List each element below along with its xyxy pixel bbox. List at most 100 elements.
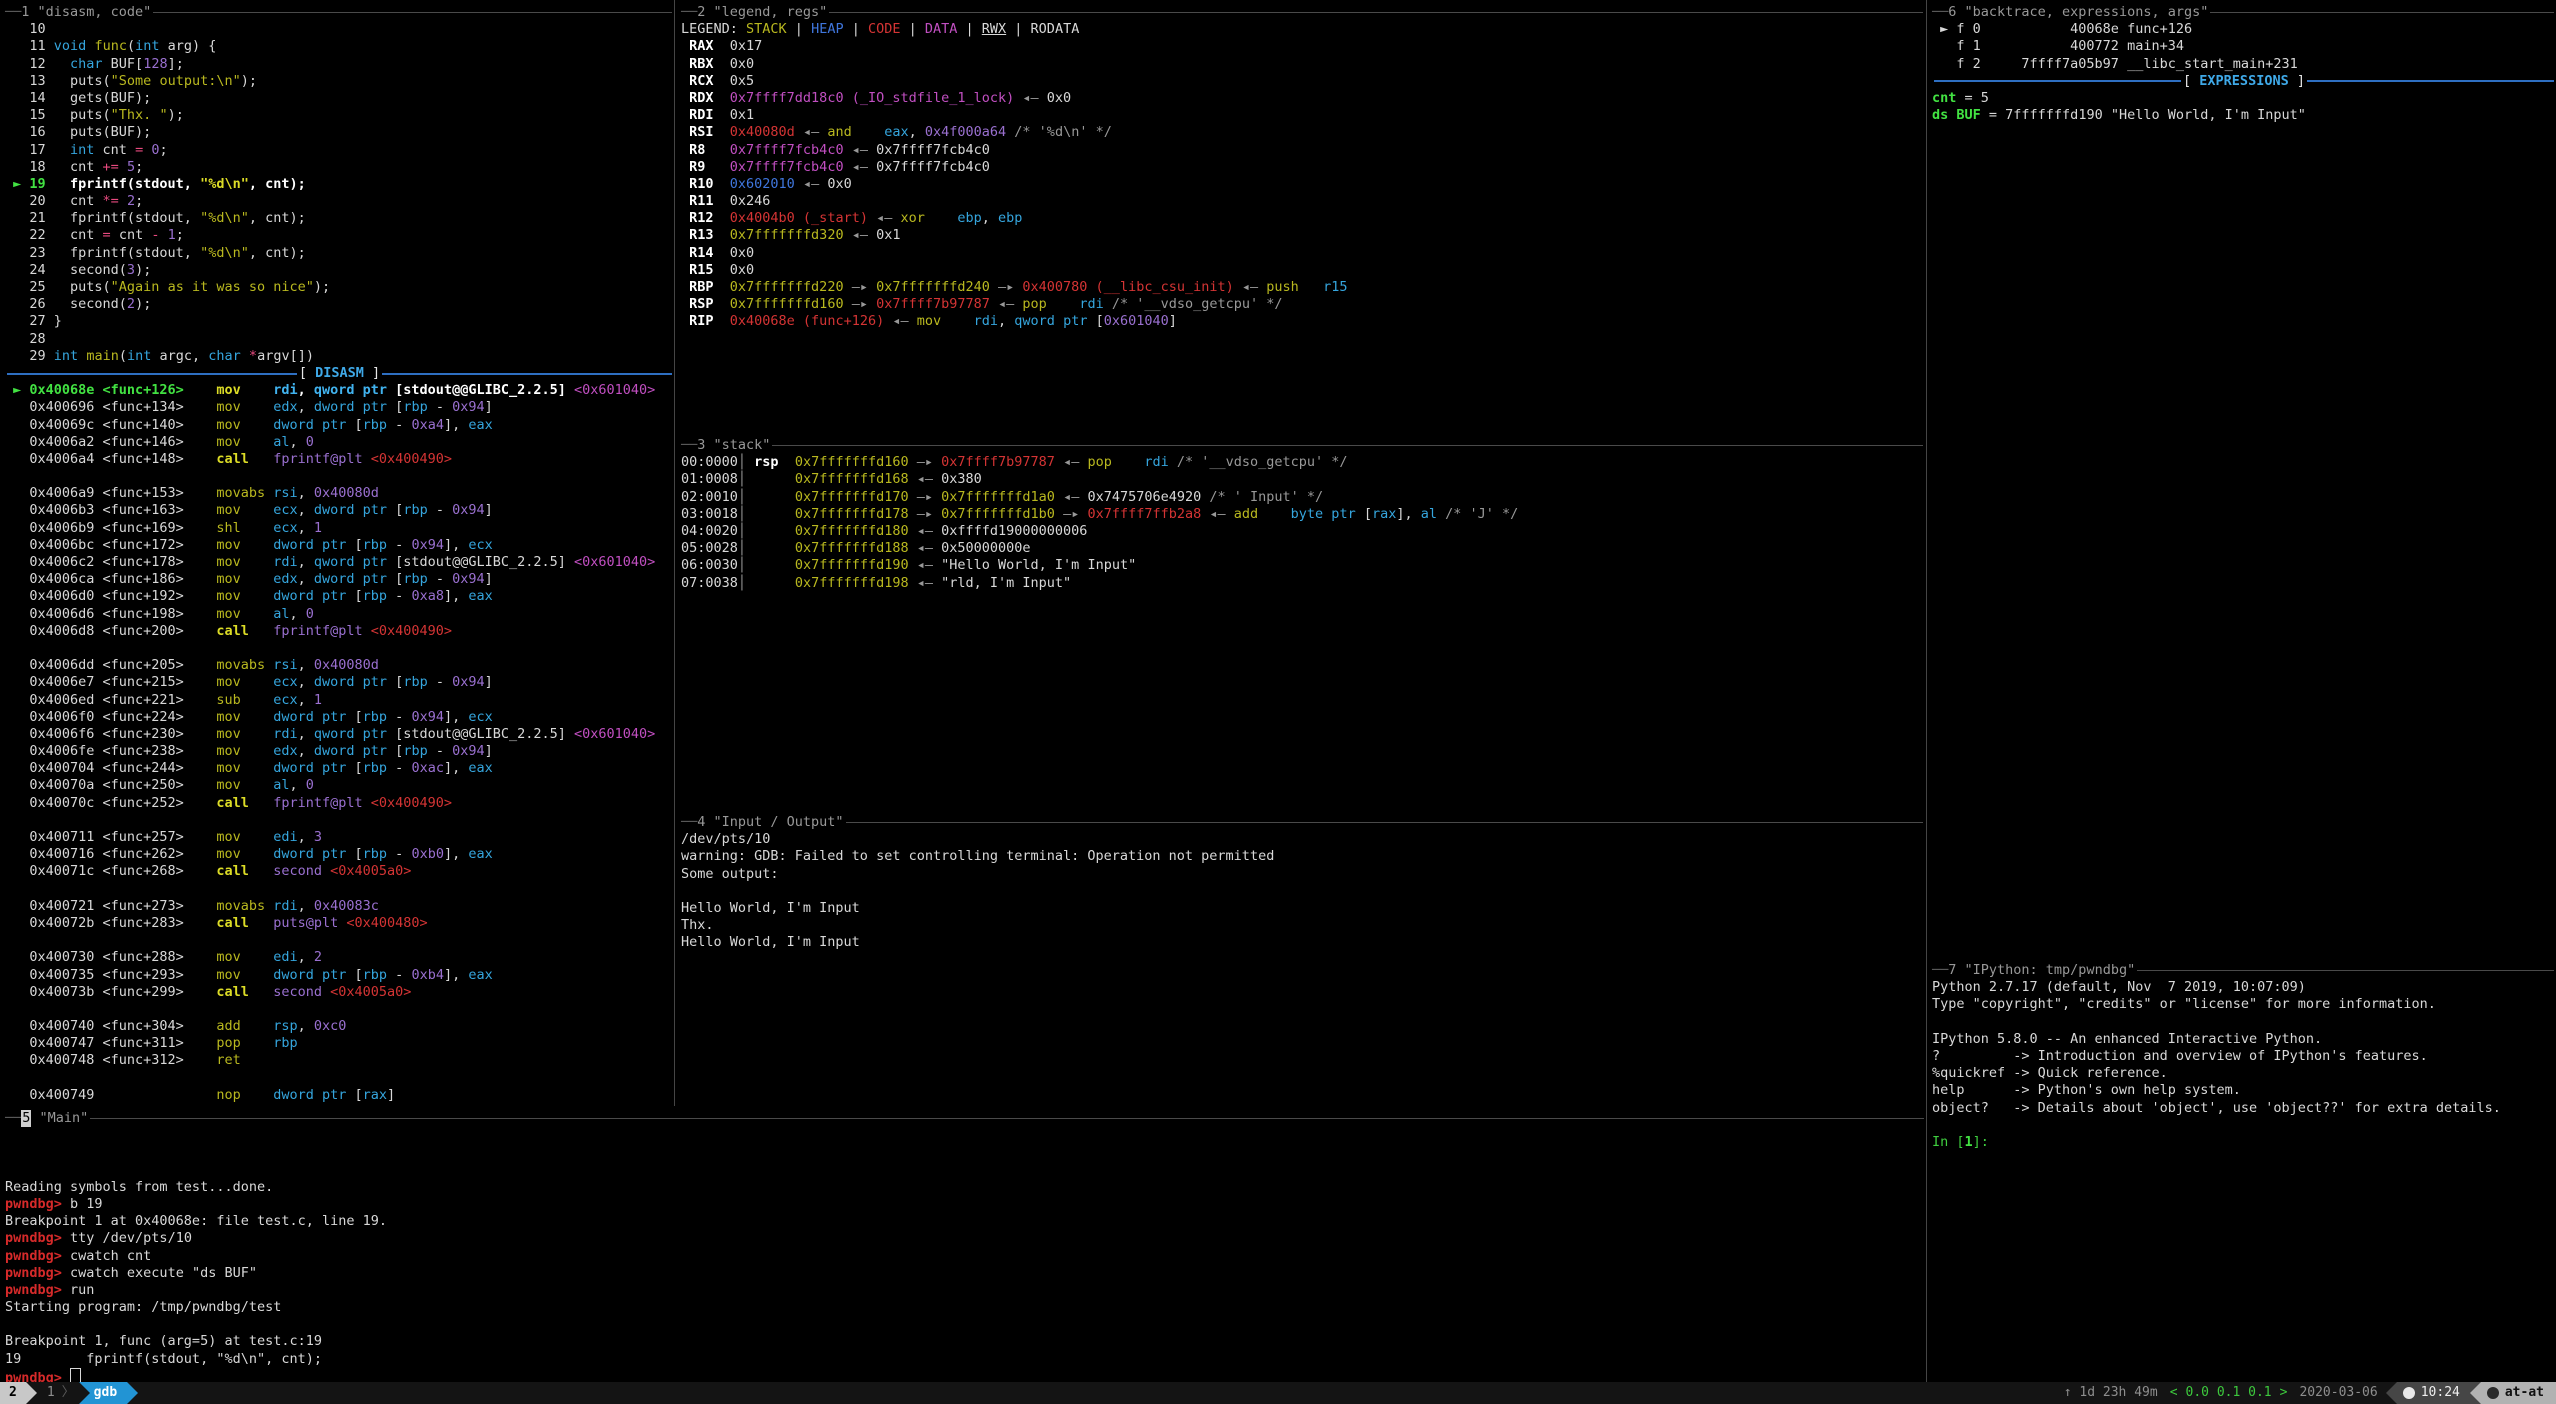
powerline-separator — [26, 1382, 37, 1404]
terminal-line: 16 puts(BUF); — [0, 124, 674, 141]
terminal-line: help -> Python's own help system. — [1927, 1082, 2556, 1099]
status-host-segment: at-at — [2481, 1382, 2556, 1404]
terminal-line — [0, 881, 674, 898]
terminal-cursor — [70, 1368, 81, 1382]
terminal-line: R9 0x7ffff7fcb4c0 ◂— 0x7ffff7fcb4c0 — [676, 159, 1925, 176]
terminal-line: 10 — [0, 21, 674, 38]
terminal-line — [1927, 1014, 2556, 1031]
status-right: ↑ 1d 23h 49m < 0.0 0.1 0.1 > 2020-03-06 … — [2056, 1382, 2556, 1404]
terminal-line: 0x4006e7 <func+215> mov ecx, dword ptr [… — [0, 674, 674, 691]
terminal-line: 23 fprintf(stdout, "%d\n", cnt); — [0, 245, 674, 262]
terminal-line: 0x40070c <func+252> call fprintf@plt <0x… — [0, 795, 674, 812]
terminal-line: 24 second(3); — [0, 262, 674, 279]
terminal-line: ──3 "stack" — [676, 437, 1925, 454]
powerline-separator — [2386, 1382, 2397, 1404]
terminal-line: 0x4006c2 <func+178> mov rdi, qword ptr [… — [0, 554, 674, 571]
pane-main-gdb-console[interactable]: ──5 "Main" Reading symbols from test...d… — [0, 1106, 1926, 1382]
ipython-content: ──7 "IPython: tmp/pwndbg"Python 2.7.17 (… — [1927, 962, 2556, 1151]
terminal-line: Starting program: /tmp/pwndbg/test — [0, 1299, 1926, 1316]
terminal-line: 0x40073b <func+299> call second <0x4005a… — [0, 984, 674, 1001]
pane-disasm-code[interactable]: ──1 "disasm, code" 10 11 void func(int a… — [0, 0, 675, 1106]
terminal-line — [676, 883, 1925, 900]
terminal-line: Breakpoint 1, func (arg=5) at test.c:19 — [0, 1333, 1926, 1350]
terminal-line: 20 cnt *= 2; — [0, 193, 674, 210]
terminal-line: 0x4006a4 <func+148> call fprintf@plt <0x… — [0, 451, 674, 468]
terminal-line: RSP 0x7fffffffd160 —▸ 0x7ffff7b97787 ◂— … — [676, 296, 1925, 313]
terminal-line: pwndbg> run — [0, 1282, 1926, 1299]
pane-input-output[interactable]: ──4 "Input / Output"/dev/pts/10warning: … — [676, 810, 1925, 1106]
terminal-line — [0, 640, 674, 657]
terminal-line: object? -> Details about 'object', use '… — [1927, 1100, 2556, 1117]
terminal-line: 0x4006d0 <func+192> mov dword ptr [rbp -… — [0, 588, 674, 605]
terminal-line: ──2 "legend, regs" — [676, 4, 1925, 21]
terminal-line: R10 0x602010 ◂— 0x0 — [676, 176, 1925, 193]
tmux-window-gdb[interactable]: gdb — [90, 1382, 127, 1404]
terminal-line: ► 19 fprintf(stdout, "%d\n", cnt); — [0, 176, 674, 193]
terminal-line: 0x40070a <func+250> mov al, 0 — [0, 777, 674, 794]
tmux-session-indicator[interactable]: 2 — [0, 1382, 26, 1404]
terminal-line: 02:0010│ 0x7fffffffd170 —▸ 0x7fffffffd1a… — [676, 489, 1925, 506]
terminal-line: 0x4006a9 <func+153> movabs rsi, 0x40080d — [0, 485, 674, 502]
terminal-line: 05:0028│ 0x7fffffffd188 ◂— 0x50000000e — [676, 540, 1925, 557]
terminal-line: f 2 7ffff7a05b97 __libc_start_main+231 — [1927, 56, 2556, 73]
tmux-window-index[interactable]: 1 — [37, 1382, 62, 1404]
terminal-line: warning: GDB: Failed to set controlling … — [676, 848, 1925, 865]
terminal-line: RIP 0x40068e (func+126) ◂— mov rdi, qwor… — [676, 313, 1925, 330]
pane-backtrace-expressions[interactable]: ──6 "backtrace, expressions, args" ► f 0… — [1926, 0, 2556, 958]
terminal-line: 25 puts("Again as it was so nice"); — [0, 279, 674, 296]
terminal-line: ──5 "Main" — [0, 1110, 1926, 1127]
terminal-line: 0x4006f0 <func+224> mov dword ptr [rbp -… — [0, 709, 674, 726]
terminal-line: IPython 5.8.0 -- An enhanced Interactive… — [1927, 1031, 2556, 1048]
terminal-line: 14 gets(BUF); — [0, 90, 674, 107]
terminal-line: 01:0008│ 0x7fffffffd168 ◂— 0x380 — [676, 471, 1925, 488]
terminal-line: R8 0x7ffff7fcb4c0 ◂— 0x7ffff7fcb4c0 — [676, 142, 1925, 159]
terminal-line: 0x400730 <func+288> mov edi, 2 — [0, 949, 674, 966]
terminal-line: 0x4006dd <func+205> movabs rsi, 0x40080d — [0, 657, 674, 674]
terminal-line: 0x400747 <func+311> pop rbp — [0, 1035, 674, 1052]
terminal-line: pwndbg> b 19 — [0, 1196, 1926, 1213]
registers-content: ──2 "legend, regs"LEGEND: STACK | HEAP |… — [676, 4, 1925, 331]
terminal-line: 06:0030│ 0x7fffffffd190 ◂— "Hello World,… — [676, 557, 1925, 574]
terminal-line: 22 cnt = cnt - 1; — [0, 227, 674, 244]
terminal-line: 0x4006ca <func+186> mov edx, dword ptr [… — [0, 571, 674, 588]
terminal-line: 03:0018│ 0x7fffffffd178 —▸ 0x7fffffffd1b… — [676, 506, 1925, 523]
terminal-line: 0x400704 <func+244> mov dword ptr [rbp -… — [0, 760, 674, 777]
pane-stack[interactable]: ──3 "stack"00:0000│ rsp 0x7fffffffd160 —… — [676, 433, 1925, 810]
terminal-line: RDI 0x1 — [676, 107, 1925, 124]
terminal-line: 0x400711 <func+257> mov edi, 3 — [0, 829, 674, 846]
terminal-line: ? -> Introduction and overview of IPytho… — [1927, 1048, 2556, 1065]
terminal-line: 0x4006bc <func+172> mov dword ptr [rbp -… — [0, 537, 674, 554]
terminal-line: RCX 0x5 — [676, 73, 1925, 90]
terminal-line: 12 char BUF[128]; — [0, 56, 674, 73]
terminal-line: 0x4006a2 <func+146> mov al, 0 — [0, 434, 674, 451]
terminal-line: 0x400696 <func+134> mov edx, dword ptr [… — [0, 399, 674, 416]
status-time-segment: 10:24 — [2397, 1382, 2470, 1404]
terminal-line: 0x4006b3 <func+163> mov ecx, dword ptr [… — [0, 502, 674, 519]
terminal-line: RAX 0x17 — [676, 38, 1925, 55]
terminal-line — [0, 1001, 674, 1018]
powerline-separator — [127, 1382, 138, 1404]
terminal-line: 07:0038│ 0x7fffffffd198 ◂— "rld, I'm Inp… — [676, 575, 1925, 592]
terminal-line — [0, 1144, 1926, 1161]
host-icon — [2487, 1387, 2499, 1399]
terminal-line: R12 0x4004b0 (_start) ◂— xor ebp, ebp — [676, 210, 1925, 227]
terminal-line: 00:0000│ rsp 0x7fffffffd160 —▸ 0x7ffff7b… — [676, 454, 1925, 471]
terminal-line — [0, 812, 674, 829]
pane-legend-regs[interactable]: ──2 "legend, regs"LEGEND: STACK | HEAP |… — [676, 0, 1925, 433]
terminal-line: R11 0x246 — [676, 193, 1925, 210]
terminal-line: 04:0020│ 0x7fffffffd180 ◂— 0xffffd190000… — [676, 523, 1925, 540]
terminal-line: 19 fprintf(stdout, "%d\n", cnt); — [0, 1351, 1926, 1368]
terminal-line: [ DISASM ] — [0, 365, 674, 382]
terminal-line: pwndbg> cwatch execute "ds BUF" — [0, 1265, 1926, 1282]
terminal-line — [1927, 1117, 2556, 1134]
terminal-line: 27 } — [0, 313, 674, 330]
terminal-line: 17 int cnt = 0; — [0, 142, 674, 159]
terminal-line: R15 0x0 — [676, 262, 1925, 279]
terminal-line: ──7 "IPython: tmp/pwndbg" — [1927, 962, 2556, 979]
terminal-line: 0x40071c <func+268> call second <0x4005a… — [0, 863, 674, 880]
terminal-line: 28 — [0, 331, 674, 348]
chevron-icon: 〉 — [62, 1382, 79, 1404]
pane-ipython[interactable]: ──7 "IPython: tmp/pwndbg"Python 2.7.17 (… — [1926, 958, 2556, 1382]
io-content: ──4 "Input / Output"/dev/pts/10warning: … — [676, 814, 1925, 952]
terminal-line: 18 cnt += 5; — [0, 159, 674, 176]
